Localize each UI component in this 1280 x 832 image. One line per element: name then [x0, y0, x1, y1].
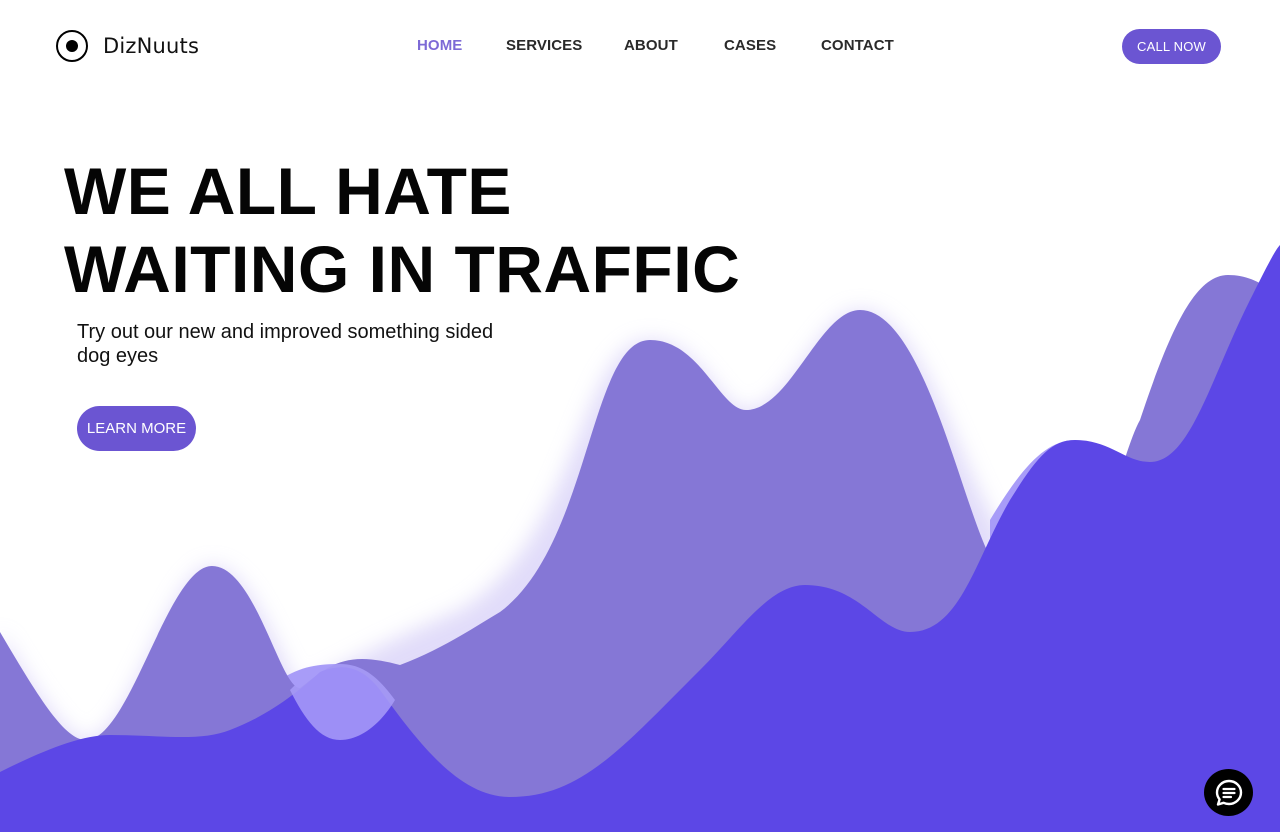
hero-subtitle: Try out our new and improved something s…: [77, 321, 494, 367]
nav-item-home[interactable]: HOME: [417, 37, 462, 54]
hero-title: WE ALL HATE WAITING IN TRAFFIC: [64, 152, 740, 308]
page: DizNuuts HOME SERVICES ABOUT CASES CONTA…: [0, 0, 1280, 832]
hero-title-line-1: WE ALL HATE: [64, 154, 512, 228]
main-nav: HOME SERVICES ABOUT CASES CONTACT: [0, 37, 1280, 57]
site-header: DizNuuts HOME SERVICES ABOUT CASES CONTA…: [0, 0, 1280, 92]
call-now-button[interactable]: CALL NOW: [1122, 29, 1221, 64]
chat-bubble-icon: [1215, 779, 1242, 806]
nav-item-cases[interactable]: CASES: [724, 37, 776, 54]
chat-button[interactable]: [1204, 769, 1253, 816]
nav-item-about[interactable]: ABOUT: [624, 37, 678, 54]
nav-item-services[interactable]: SERVICES: [506, 37, 582, 54]
nav-item-contact[interactable]: CONTACT: [821, 37, 894, 54]
hero-title-line-2: WAITING IN TRAFFIC: [64, 232, 741, 306]
learn-more-button[interactable]: LEARN MORE: [77, 406, 196, 451]
